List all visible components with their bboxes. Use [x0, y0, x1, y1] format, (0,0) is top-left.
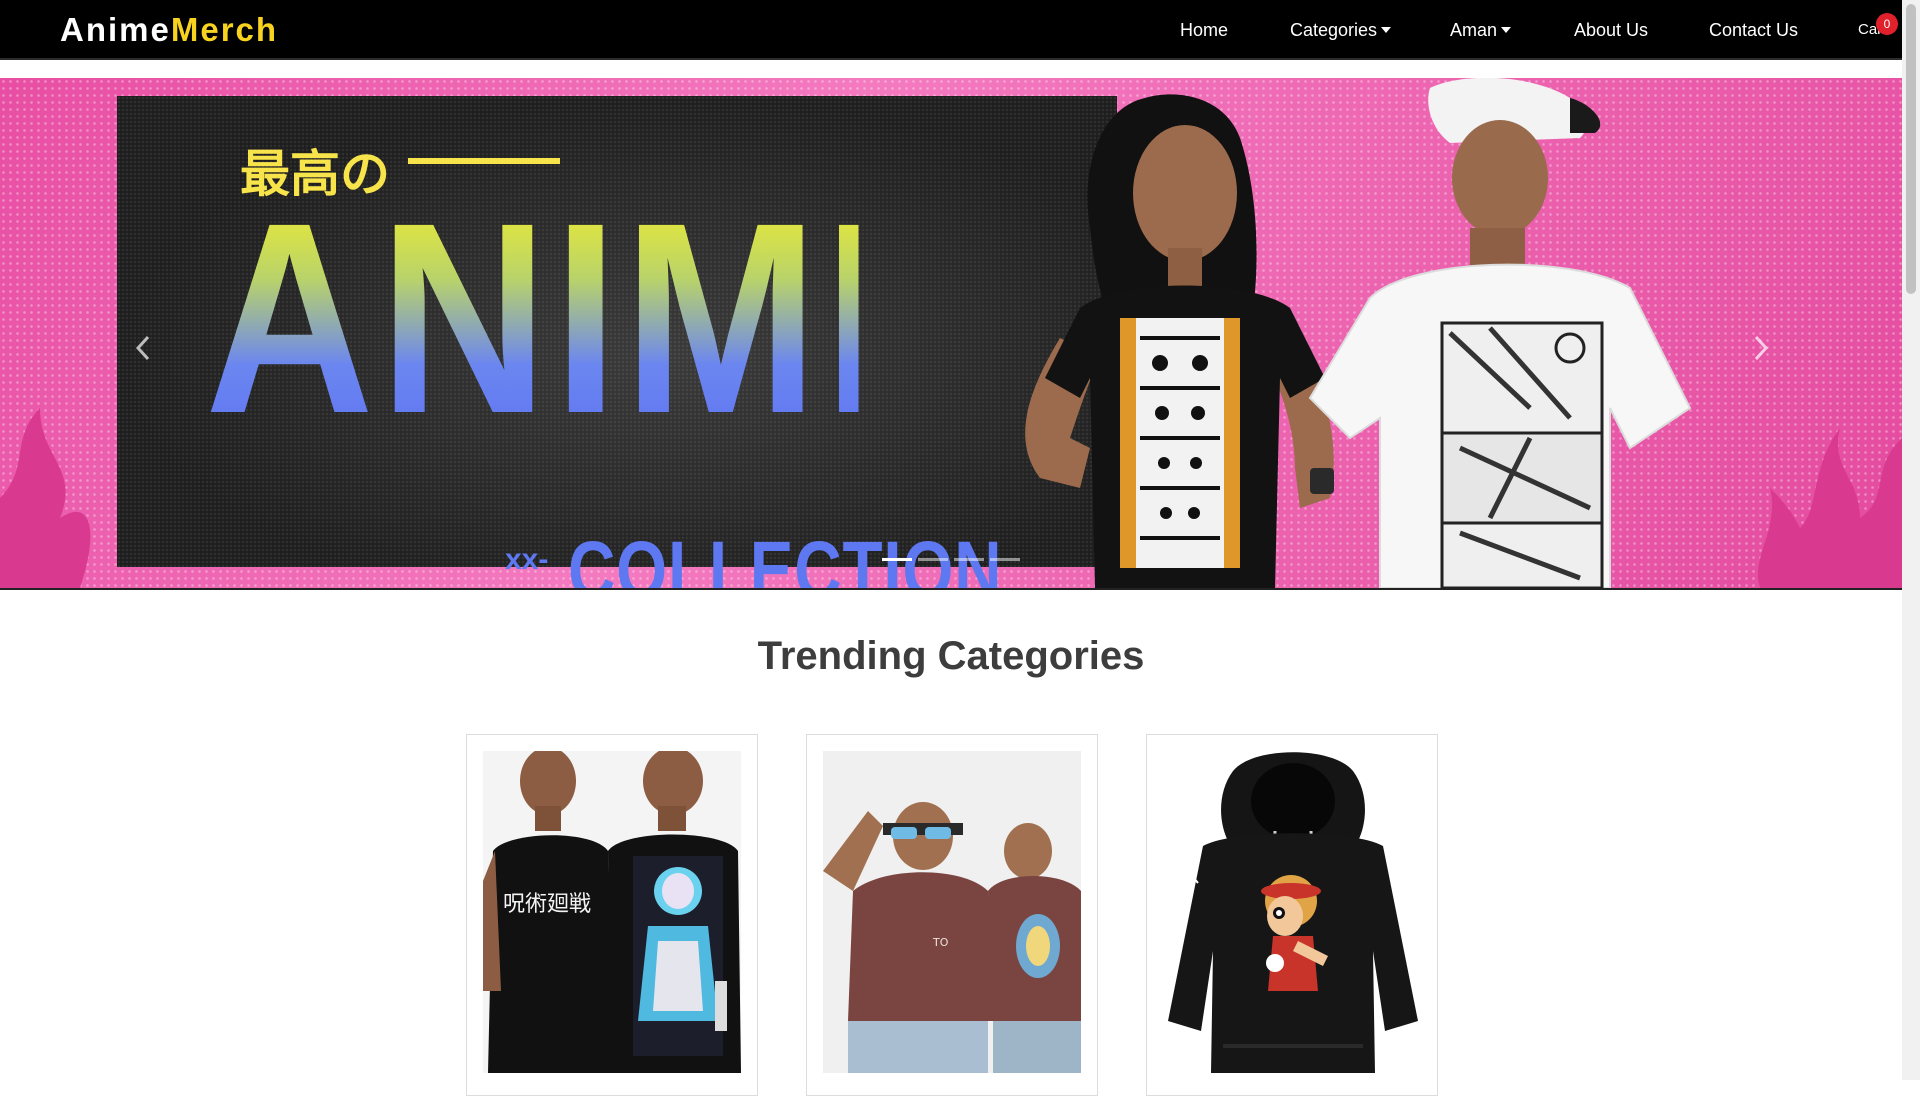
nav-user-label: Aman: [1450, 20, 1498, 40]
scrollbar-thumb[interactable]: [1906, 4, 1916, 294]
caret-down-icon: [1381, 27, 1392, 33]
banner-title: ANIME: [205, 166, 985, 470]
carousel-indicator-4[interactable]: [990, 558, 1020, 561]
navbar: AnimeMerch Home Categories Aman About Us…: [0, 0, 1902, 60]
anime-hoodie-image: [1163, 751, 1421, 1073]
hero-carousel: 最高の ANIME xx- COLLECTION: [0, 78, 1902, 590]
page-scrollbar[interactable]: [1902, 0, 1920, 1080]
category-card-2[interactable]: TO: [806, 734, 1098, 1096]
category-image-3[interactable]: [1163, 751, 1421, 1073]
flame-decoration-right: [1757, 428, 1902, 588]
banner-subtitle-prefix: xx-: [505, 543, 549, 576]
category-image-2[interactable]: TO: [823, 751, 1081, 1073]
carousel-indicator-3[interactable]: [954, 558, 984, 561]
brand-part-1: Anime: [60, 11, 171, 48]
flame-decoration-left: [0, 408, 91, 588]
carousel-indicators: [882, 558, 1020, 561]
oversized-tshirt-image: TO: [823, 751, 1081, 1073]
nav-home[interactable]: Home: [1180, 20, 1228, 41]
carousel-indicator-1[interactable]: [882, 558, 912, 561]
category-card-1[interactable]: 呪術廻戦: [466, 734, 758, 1096]
category-image-1[interactable]: 呪術廻戦: [483, 751, 741, 1073]
carousel-prev-button[interactable]: [122, 323, 162, 373]
anime-tshirt-black-image: 呪術廻戦: [483, 751, 741, 1073]
models-wearing-tshirts-image: [1025, 78, 1692, 588]
svg-text:呪術廻戦: 呪術廻戦: [503, 892, 591, 917]
section-title: Trending Categories: [757, 634, 1145, 678]
nav-categories-label: Categories: [1290, 20, 1378, 40]
nav-categories-dropdown[interactable]: Categories: [1290, 20, 1392, 41]
caret-down-icon: [1501, 27, 1512, 33]
brand-logo[interactable]: AnimeMerch: [60, 11, 278, 49]
cart-count-badge: 0: [1876, 13, 1898, 35]
carousel-next-button[interactable]: [1742, 323, 1782, 373]
chevron-right-icon: [1754, 335, 1769, 361]
nav-user-dropdown[interactable]: Aman: [1450, 20, 1512, 41]
brand-part-2: Merch: [170, 11, 279, 48]
nav-about[interactable]: About Us: [1574, 20, 1648, 41]
cart-link[interactable]: Cart 0: [1856, 0, 1898, 58]
banner-kicker-line: [408, 158, 560, 164]
nav-contact[interactable]: Contact Us: [1709, 20, 1798, 41]
category-card-3[interactable]: [1146, 734, 1438, 1096]
carousel-indicator-2[interactable]: [918, 558, 948, 561]
chevron-left-icon: [135, 335, 150, 361]
svg-text:TO: TO: [932, 936, 949, 949]
